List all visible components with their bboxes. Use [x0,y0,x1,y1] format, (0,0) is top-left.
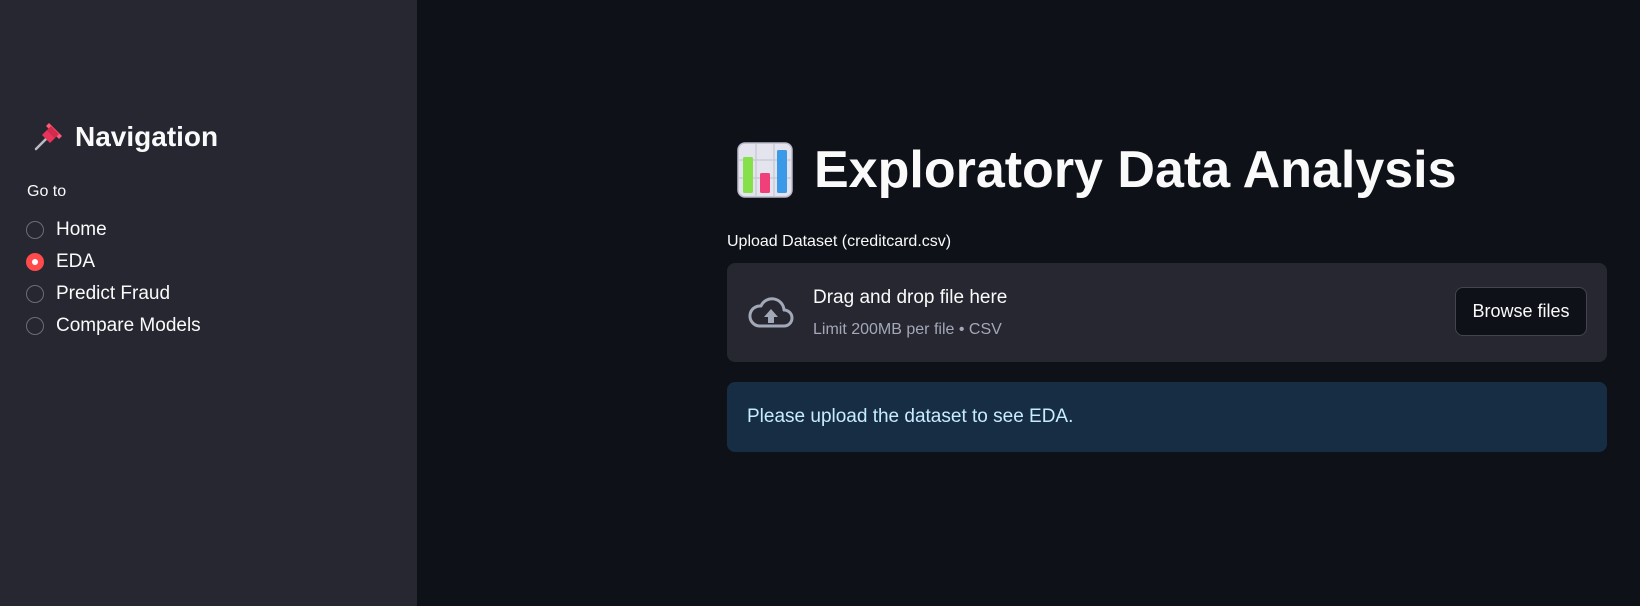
radio-button[interactable] [26,317,44,335]
pushpin-icon [34,123,62,151]
radio-button[interactable] [26,221,44,239]
bar-chart-icon [737,142,793,198]
sidebar: Navigation Go to Home EDA Predict Fraud … [0,0,417,606]
info-message: Please upload the dataset to see EDA. [747,406,1074,427]
dropzone-limit-text: Limit 200MB per file • CSV [813,321,1002,338]
radio-option-home[interactable]: Home [26,214,201,246]
radio-option-label: EDA [56,251,96,272]
sidebar-title-text: Navigation [75,121,219,152]
page-title-text: Exploratory Data Analysis [814,141,1457,199]
file-uploader-label: Upload Dataset (creditcard.csv) [727,233,952,250]
radio-group-label: Go to [27,183,67,200]
radio-option-label: Predict Fraud [56,283,171,304]
sidebar-title: Navigation [31,120,218,154]
navigation-radio-group: Home EDA Predict Fraud Compare Models [26,214,201,342]
radio-option-label: Compare Models [56,315,201,336]
radio-option-label: Home [56,219,107,240]
radio-option-compare-models[interactable]: Compare Models [26,310,201,342]
radio-option-eda[interactable]: EDA [26,246,201,278]
radio-option-predict-fraud[interactable]: Predict Fraud [26,278,201,310]
radio-button[interactable] [26,285,44,303]
browse-files-button[interactable]: Browse files [1455,287,1587,336]
app-root: Navigation Go to Home EDA Predict Fraud … [0,0,1640,606]
info-alert: Please upload the dataset to see EDA. [727,382,1607,452]
file-dropzone[interactable]: Drag and drop file here Limit 200MB per … [727,263,1607,362]
dropzone-instructions: Drag and drop file here [813,287,1008,308]
cloud-upload-icon [748,297,794,328]
radio-button-selected[interactable] [26,253,44,271]
page-title: Exploratory Data Analysis [736,140,1457,200]
